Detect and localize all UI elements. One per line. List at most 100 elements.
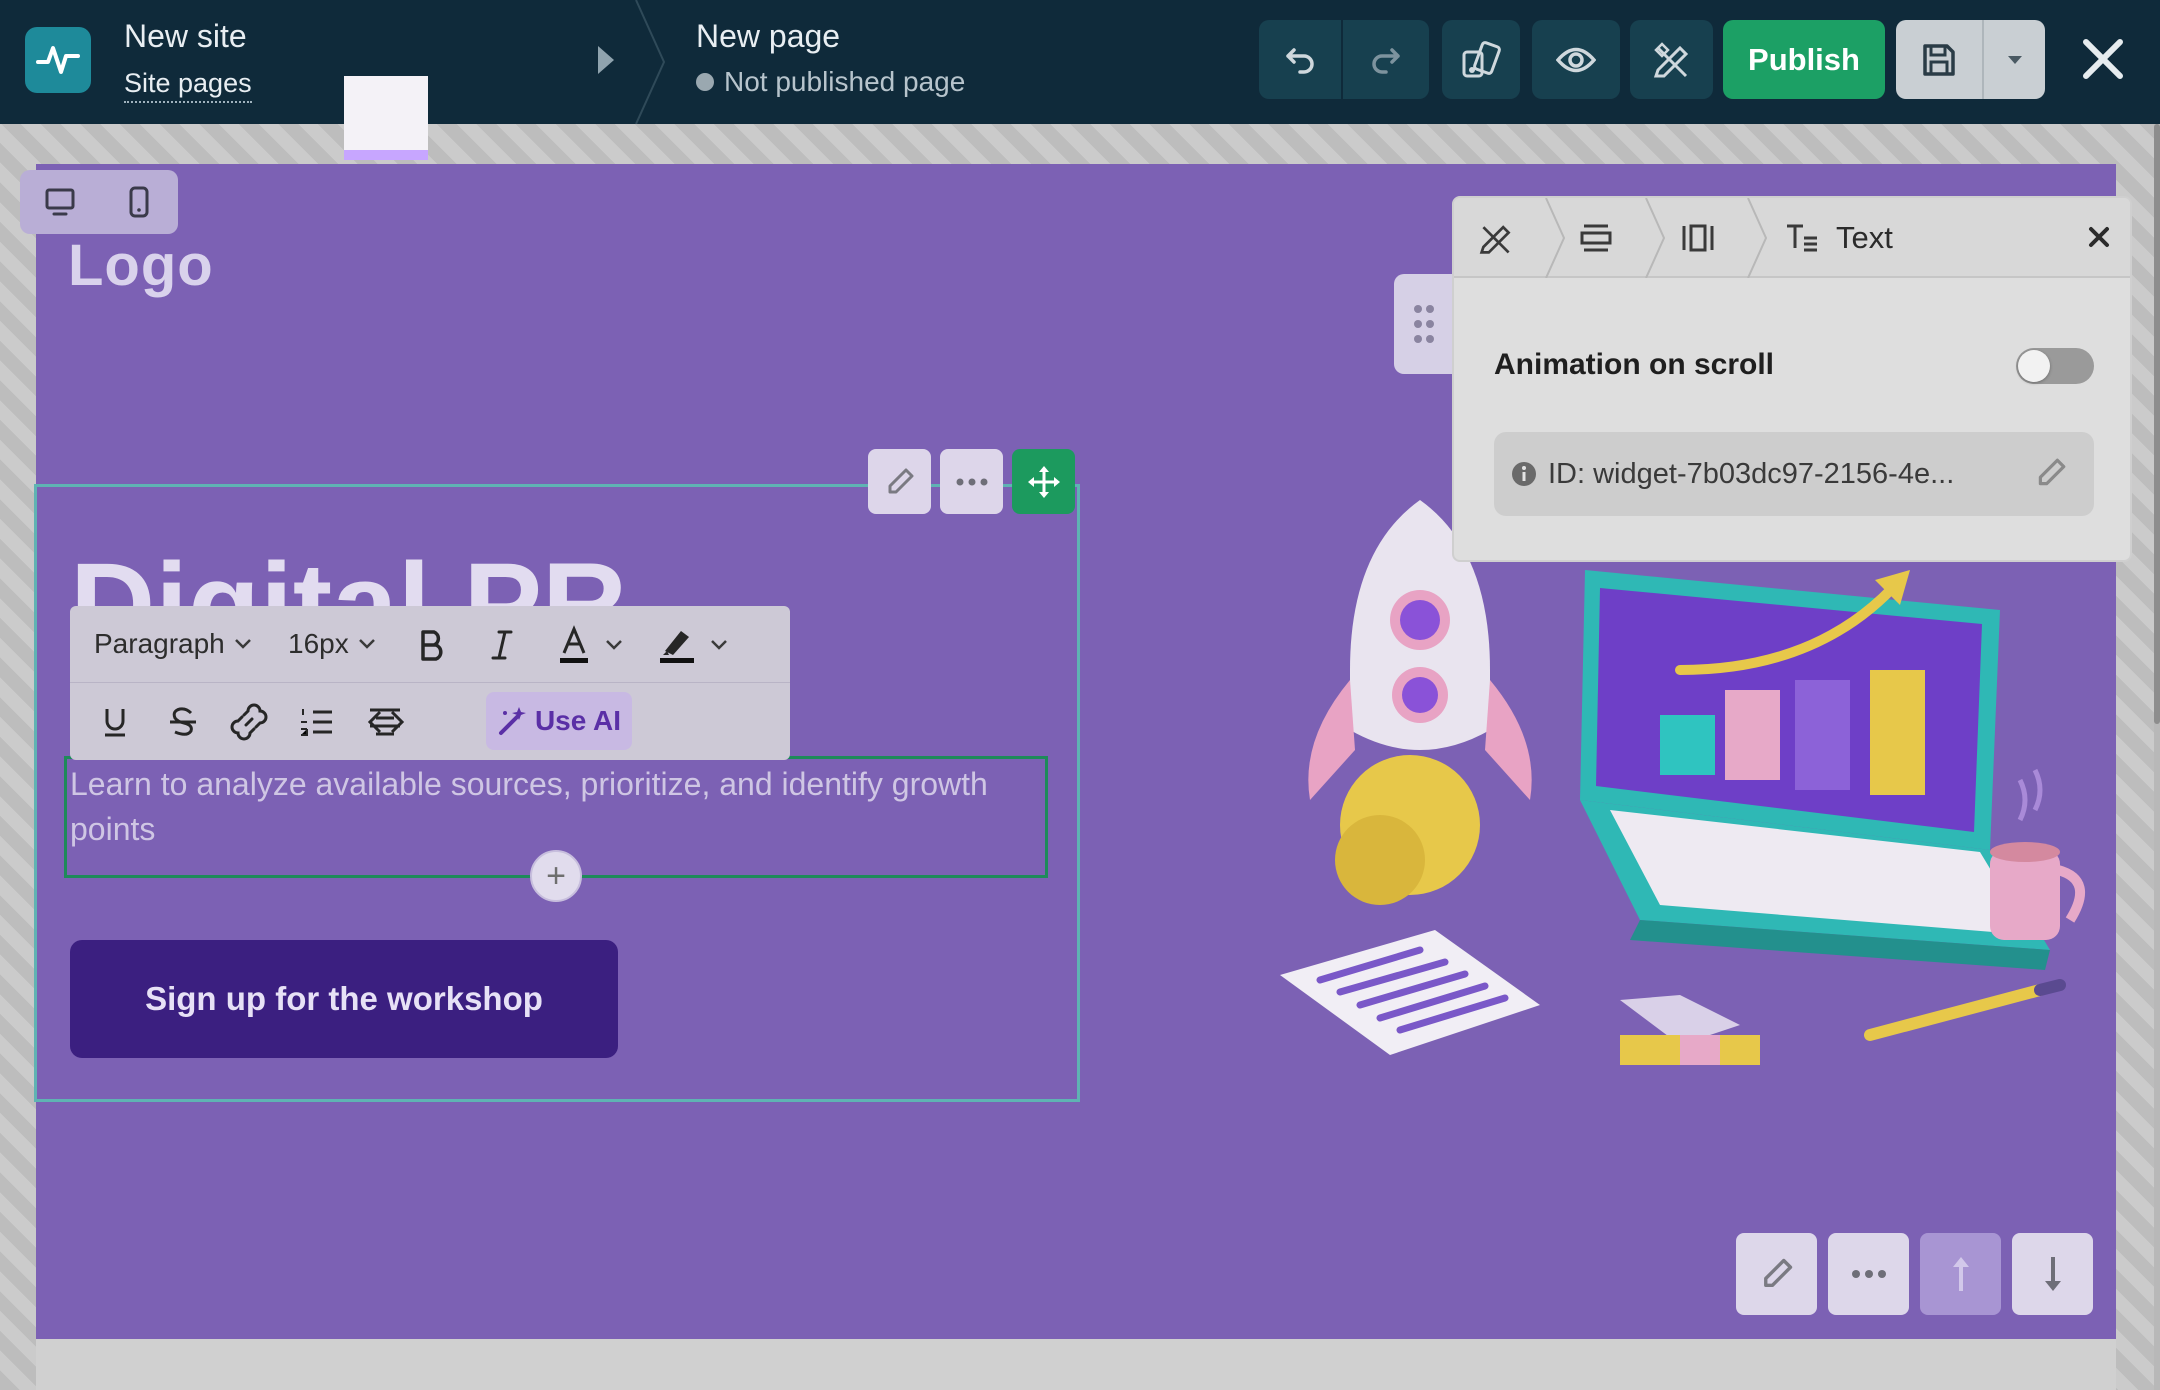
- text-type-icon: [1787, 224, 1817, 252]
- redo-button[interactable]: [1343, 20, 1429, 99]
- move-section-down-button[interactable]: [2012, 1233, 2093, 1315]
- status-dot-icon: [696, 73, 714, 91]
- arrow-down-icon: [2044, 1257, 2061, 1291]
- text-color-button[interactable]: [548, 606, 632, 683]
- canvas-scrollbar-thumb[interactable]: [2154, 124, 2160, 724]
- bold-icon: [421, 629, 443, 661]
- move-widget-button[interactable]: [1012, 449, 1075, 514]
- design-panel-button[interactable]: [1442, 20, 1520, 99]
- breadcrumb-chevron: [1747, 198, 1768, 278]
- app-logo-icon[interactable]: [25, 27, 91, 93]
- info-icon: [1512, 462, 1536, 486]
- block-type-select[interactable]: Paragraph: [94, 628, 253, 660]
- section-more-button[interactable]: [1828, 1233, 1909, 1315]
- preview-button[interactable]: [1532, 20, 1620, 99]
- edit-section-button[interactable]: [1736, 1233, 1817, 1315]
- code-button-active-indicator: [344, 150, 428, 160]
- arrow-up-icon: [1952, 1257, 1969, 1291]
- next-section[interactable]: [36, 1339, 2116, 1390]
- breadcrumb-chevron: [1645, 198, 1666, 278]
- container-columns-icon: [1682, 224, 1714, 252]
- close-icon: [2083, 39, 2123, 79]
- panel-tab-container[interactable]: [1680, 198, 1716, 278]
- pencil-icon: [2038, 458, 2066, 486]
- widget-toolbar: [868, 449, 1075, 514]
- magic-wand-icon: [498, 707, 526, 735]
- text-color-icon: [560, 624, 588, 663]
- mobile-icon: [129, 186, 148, 218]
- bold-button[interactable]: [412, 606, 452, 683]
- mobile-view-button[interactable]: [99, 170, 178, 234]
- use-ai-label: Use AI: [534, 705, 622, 736]
- format-row-1: Paragraph 16px: [70, 606, 790, 683]
- use-ai-button[interactable]: Use AI: [486, 692, 632, 750]
- rocket-laptop-illustration: [1280, 500, 2085, 1065]
- highlighter-icon: [660, 630, 694, 663]
- desktop-view-button[interactable]: [20, 170, 99, 234]
- panel-tab-section[interactable]: [1578, 198, 1614, 278]
- code-icon: [367, 710, 405, 733]
- eye-icon: [1532, 20, 1620, 99]
- hero-heading[interactable]: Digital PR: [70, 530, 627, 608]
- hero-illustration[interactable]: [1260, 480, 2110, 1120]
- numbered-list-icon: [301, 708, 332, 736]
- more-dots-icon: [956, 478, 987, 485]
- numbered-list-button[interactable]: [292, 683, 342, 760]
- highlight-color-button[interactable]: [648, 606, 738, 683]
- strikethrough-button[interactable]: [158, 683, 208, 760]
- widget-more-button[interactable]: [940, 449, 1003, 514]
- edit-widget-button[interactable]: [868, 449, 931, 514]
- pencil-ruler-icon: [1630, 20, 1713, 99]
- close-icon: [2089, 227, 2109, 247]
- link-button[interactable]: [224, 683, 274, 760]
- underline-button[interactable]: [90, 683, 140, 760]
- code-button[interactable]: [344, 683, 428, 760]
- font-size-select[interactable]: 16px: [288, 628, 377, 660]
- site-logo[interactable]: Logo: [68, 232, 214, 299]
- strikethrough-icon: [170, 706, 196, 736]
- tools-button[interactable]: [1630, 20, 1713, 99]
- italic-icon: [491, 630, 513, 659]
- widget-id-text: ID: widget-7b03dc97-2156-4e...: [1548, 457, 1955, 490]
- breadcrumb-chevron: [1545, 198, 1566, 278]
- text-format-toolbar: Paragraph 16px: [70, 606, 790, 760]
- panel-tab-text[interactable]: Text: [1784, 198, 1893, 278]
- close-editor-button[interactable]: [2078, 30, 2128, 91]
- chevron-down-icon: [234, 639, 251, 649]
- block-type-value: Paragraph: [94, 628, 225, 659]
- animation-on-scroll-toggle[interactable]: [2016, 348, 2094, 384]
- code-button-highlight: [344, 76, 428, 160]
- hero-subtitle[interactable]: Learn to analyze available sources, prio…: [70, 762, 1040, 852]
- close-panel-button[interactable]: [2082, 220, 2116, 259]
- save-group: [1896, 20, 2045, 99]
- undo-button[interactable]: [1259, 20, 1343, 99]
- chevron-down-icon: [606, 639, 622, 650]
- save-button[interactable]: [1896, 20, 1984, 99]
- widget-id-field: ID: widget-7b03dc97-2156-4e...: [1494, 432, 2094, 516]
- underline-icon: [105, 708, 125, 736]
- panel-tab-design[interactable]: [1478, 198, 1514, 278]
- move-arrows-icon: [1027, 465, 1060, 498]
- edit-widget-id-button[interactable]: [2034, 456, 2068, 495]
- panel-drag-handle[interactable]: [1394, 274, 1454, 374]
- page-status-text: Not published page: [724, 66, 966, 97]
- publish-button[interactable]: Publish: [1723, 20, 1885, 99]
- widget-settings-panel: Text Animation on scroll ID: widget-7b03…: [1452, 196, 2132, 562]
- history-group: [1259, 20, 1429, 99]
- breadcrumb-expand-icon[interactable]: [590, 40, 620, 85]
- chevron-down-icon: [358, 639, 375, 649]
- italic-button[interactable]: [482, 606, 522, 683]
- panel-breadcrumb: Text: [1454, 198, 2130, 278]
- section-toolbar: [1736, 1233, 2093, 1315]
- chevron-down-icon: [711, 639, 727, 650]
- save-options-dropdown[interactable]: [1984, 20, 2045, 99]
- site-pages-link[interactable]: Site pages: [124, 68, 252, 103]
- caret-down-icon: [2007, 55, 2022, 64]
- cta-signup-button[interactable]: Sign up for the workshop: [70, 940, 618, 1058]
- undo-icon: [1286, 47, 1314, 74]
- move-section-up-button[interactable]: [1920, 1233, 2001, 1315]
- section-layout-icon: [1580, 224, 1612, 252]
- drag-grip-icon: [1414, 305, 1434, 343]
- font-size-value: 16px: [288, 628, 349, 659]
- add-block-button[interactable]: +: [530, 850, 582, 902]
